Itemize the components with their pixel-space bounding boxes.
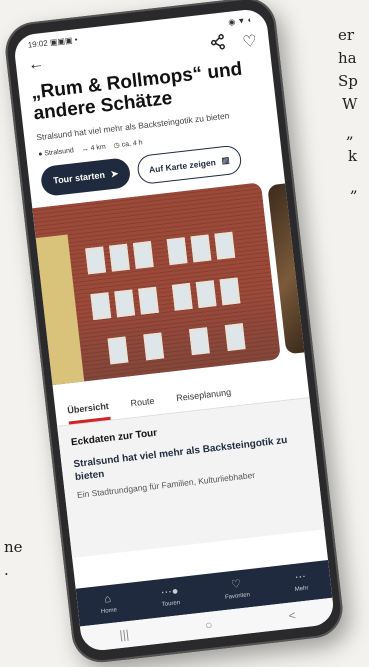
photo-window [166, 237, 188, 266]
status-time: 19:02 [27, 37, 49, 50]
overview-section: Eckdaten zur Tour Stralsund hat viel meh… [57, 398, 325, 558]
start-tour-button[interactable]: Tour starten ➤ [39, 157, 132, 197]
nav-home-label: Home [100, 607, 118, 616]
photo-window [109, 243, 130, 272]
map-icon: ▥ [221, 154, 231, 166]
show-map-button[interactable]: Auf Karte zeigen ▥ [136, 144, 243, 185]
bg-line: W [342, 95, 358, 113]
app-screen: 19:02 ▣▣▣ • ◉ ▼ ◐ ← ♡ „Rum & Rollmops“ u… [12, 7, 336, 653]
nav-favorites-label: Favoriten [224, 592, 251, 601]
photo-window [132, 241, 154, 269]
bg-line: . [4, 561, 9, 579]
photo-window [114, 289, 136, 318]
photo-window [171, 282, 193, 311]
photo-window [189, 327, 210, 356]
bg-line: „ [346, 124, 354, 142]
bg-line: ne [4, 538, 23, 556]
more-icon: ⋯ [294, 570, 307, 584]
nav-tours-label: Touren [161, 600, 181, 609]
tour-location: Stralsund [43, 146, 75, 158]
photo-window [224, 323, 246, 352]
nav-more-label: Mehr [294, 585, 309, 593]
tour-duration: ca. 4 h [121, 139, 143, 149]
bg-line: ha [338, 49, 357, 67]
heart-icon[interactable]: ♡ [242, 32, 258, 51]
arrow-left-icon[interactable]: ← [27, 55, 45, 74]
nav-home[interactable]: ⌂ Home [99, 592, 118, 616]
show-map-label: Auf Karte zeigen [148, 156, 217, 175]
home-button[interactable]: ○ [204, 618, 213, 633]
photo-window [219, 277, 241, 306]
photo-window [107, 336, 129, 365]
back-button[interactable]: < [288, 608, 297, 623]
background-text-left: ne . [4, 536, 23, 582]
bg-line: k [348, 147, 358, 165]
bg-line: Sp [338, 72, 358, 90]
distance-icon: ↔ [81, 145, 90, 153]
photo-yellow-facade [35, 234, 85, 386]
home-icon: ⌂ [103, 592, 112, 606]
nav-tours[interactable]: ⋯● Touren [160, 585, 181, 609]
photo-window [85, 246, 107, 275]
share-icon[interactable] [209, 33, 227, 55]
heart-icon: ♡ [230, 578, 242, 592]
phone-device: 19:02 ▣▣▣ • ◉ ▼ ◐ ← ♡ „Rum & Rollmops“ u… [2, 0, 346, 666]
nav-favorites[interactable]: ♡ Favoriten [223, 578, 251, 601]
route-icon: ⋯● [160, 585, 180, 600]
clock-icon: ◷ [113, 141, 121, 150]
tab-route[interactable]: Route [130, 396, 156, 418]
bg-line: er [338, 26, 355, 44]
navigation-arrow-icon: ➤ [110, 167, 119, 179]
location-pin-icon: ● [37, 150, 43, 158]
photo-window [195, 280, 217, 309]
status-icons-right: ◉ ▼ ◐ [227, 14, 253, 27]
photo-window [214, 231, 236, 260]
status-icons-left: ▣▣▣ • [49, 34, 78, 47]
photo-window [138, 286, 159, 315]
photo-window [143, 332, 165, 361]
nav-more[interactable]: ⋯ Mehr [293, 570, 309, 593]
recent-apps-button[interactable]: ||| [119, 627, 130, 642]
image-carousel[interactable] [32, 180, 327, 386]
start-tour-label: Tour starten [52, 169, 106, 186]
tour-photo-building[interactable] [32, 182, 281, 386]
photo-window [90, 292, 112, 321]
tour-distance: 4 km [90, 143, 107, 152]
bg-line: „ [350, 178, 358, 196]
background-text-right: er ha Sp W „ k „ [338, 24, 358, 199]
photo-window [190, 234, 212, 263]
